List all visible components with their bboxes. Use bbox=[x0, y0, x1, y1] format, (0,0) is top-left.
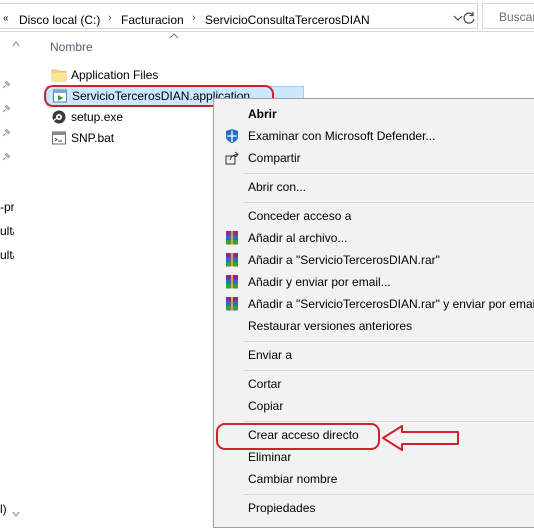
menu-item-label: Cambiar nombre bbox=[248, 472, 338, 486]
winrar-icon bbox=[226, 297, 238, 311]
menu-item-label: Añadir y enviar por email... bbox=[248, 275, 391, 289]
menu-item-abrir[interactable]: Abrir bbox=[214, 103, 534, 125]
breadcrumb-separator[interactable]: › bbox=[108, 12, 112, 24]
breadcrumb-servicio[interactable]: ServicioConsultaTercerosDIAN bbox=[205, 13, 370, 27]
menu-item-anadir-rar-enviar-email[interactable]: Añadir a "ServicioTercerosDIAN.rar" y en… bbox=[214, 293, 534, 315]
menu-item-label: Compartir bbox=[248, 151, 301, 165]
menu-item-anadir-enviar-email[interactable]: Añadir y enviar por email... bbox=[214, 271, 534, 293]
menu-item-compartir[interactable]: Compartir bbox=[214, 147, 534, 169]
menu-separator bbox=[244, 202, 534, 203]
menu-item-eliminar[interactable]: Eliminar bbox=[214, 446, 534, 468]
batch-file-icon bbox=[52, 131, 66, 145]
menu-item-label: Abrir con... bbox=[248, 180, 307, 194]
menu-item-label: Añadir a "ServicioTercerosDIAN.rar" bbox=[248, 253, 440, 267]
menu-item-anadir-archivo[interactable]: Añadir al archivo... bbox=[214, 227, 534, 249]
pin-icon[interactable] bbox=[0, 80, 11, 91]
menu-item-propiedades[interactable]: Propiedades bbox=[214, 497, 534, 519]
winrar-icon bbox=[226, 275, 238, 289]
menu-item-copiar[interactable]: Copiar bbox=[214, 395, 534, 417]
file-name: SNP.bat bbox=[71, 131, 115, 145]
menu-separator bbox=[244, 494, 534, 495]
application-manifest-icon bbox=[53, 89, 67, 103]
menu-item-anadir-rar[interactable]: Añadir a "ServicioTercerosDIAN.rar" bbox=[214, 249, 534, 271]
menu-item-label: Añadir al archivo... bbox=[248, 231, 348, 245]
menu-item-abrir-con[interactable]: Abrir con... bbox=[214, 176, 534, 198]
file-name: Application Files bbox=[71, 68, 159, 82]
nav-item[interactable]: -pr bbox=[0, 200, 14, 214]
search-input[interactable]: Buscar bbox=[482, 3, 534, 29]
scroll-down-icon[interactable] bbox=[12, 510, 20, 518]
menu-item-label: Propiedades bbox=[248, 501, 316, 515]
breadcrumb-disco-local[interactable]: Disco local (C:) bbox=[19, 13, 100, 27]
address-field[interactable]: « Disco local (C:) › Facturacion › Servi… bbox=[0, 3, 478, 29]
column-header-nombre[interactable]: Nombre bbox=[50, 40, 93, 54]
menu-item-crear-acceso-directo[interactable]: Crear acceso directo bbox=[214, 424, 534, 446]
refresh-icon[interactable] bbox=[462, 11, 476, 25]
winrar-icon bbox=[226, 253, 238, 267]
menu-item-cambiar-nombre[interactable]: Cambiar nombre bbox=[214, 468, 534, 490]
folder-icon bbox=[51, 69, 67, 82]
menu-item-enviar-a[interactable]: Enviar a bbox=[214, 344, 534, 366]
menu-separator bbox=[244, 341, 534, 342]
nav-item[interactable]: ulta bbox=[0, 224, 14, 238]
pin-icon[interactable] bbox=[0, 104, 11, 115]
menu-item-conceder-acceso[interactable]: Conceder acceso a bbox=[214, 205, 534, 227]
menu-item-label: Cortar bbox=[248, 377, 282, 391]
menu-item-label: Conceder acceso a bbox=[248, 209, 352, 223]
setup-exe-icon bbox=[52, 110, 66, 124]
menu-item-label: Abrir bbox=[248, 107, 277, 121]
share-icon bbox=[225, 151, 239, 165]
scroll-up-icon[interactable] bbox=[12, 40, 20, 48]
file-row-application-files[interactable]: Application Files bbox=[46, 65, 246, 85]
breadcrumb-facturacion[interactable]: Facturacion bbox=[121, 13, 184, 27]
defender-icon bbox=[226, 129, 238, 143]
search-placeholder: Buscar bbox=[499, 10, 534, 24]
pin-icon[interactable] bbox=[0, 128, 11, 139]
menu-item-label: Copiar bbox=[248, 399, 284, 413]
winrar-icon bbox=[226, 231, 238, 245]
menu-separator bbox=[244, 173, 534, 174]
menu-item-label: Añadir a "ServicioTercerosDIAN.rar" y en… bbox=[248, 297, 534, 311]
sort-ascending-icon bbox=[169, 33, 179, 39]
file-row-snp-bat[interactable]: SNP.bat bbox=[46, 128, 206, 148]
menu-separator bbox=[244, 370, 534, 371]
menu-item-label: Enviar a bbox=[248, 348, 293, 362]
file-name: setup.exe bbox=[71, 110, 124, 124]
menu-item-cortar[interactable]: Cortar bbox=[214, 373, 534, 395]
menu-separator bbox=[244, 421, 534, 422]
menu-item-examinar-defender[interactable]: Examinar con Microsoft Defender... bbox=[214, 125, 534, 147]
nav-item[interactable]: ulta bbox=[0, 248, 14, 262]
menu-item-label: Eliminar bbox=[248, 450, 292, 464]
overflow-chevron[interactable]: « bbox=[3, 13, 9, 24]
menu-item-label: Restaurar versiones anteriores bbox=[248, 319, 413, 333]
breadcrumb-separator[interactable]: › bbox=[192, 12, 196, 24]
menu-item-label: Crear acceso directo bbox=[248, 428, 359, 442]
file-row-setup-exe[interactable]: setup.exe bbox=[46, 107, 206, 127]
context-menu: Abrir Examinar con Microsoft Defender...… bbox=[213, 98, 534, 528]
address-bar: « Disco local (C:) › Facturacion › Servi… bbox=[0, 0, 534, 32]
pin-icon[interactable] bbox=[0, 152, 11, 163]
menu-item-restaurar-versiones[interactable]: Restaurar versiones anteriores bbox=[214, 315, 534, 337]
menu-item-label: Examinar con Microsoft Defender... bbox=[248, 129, 436, 143]
